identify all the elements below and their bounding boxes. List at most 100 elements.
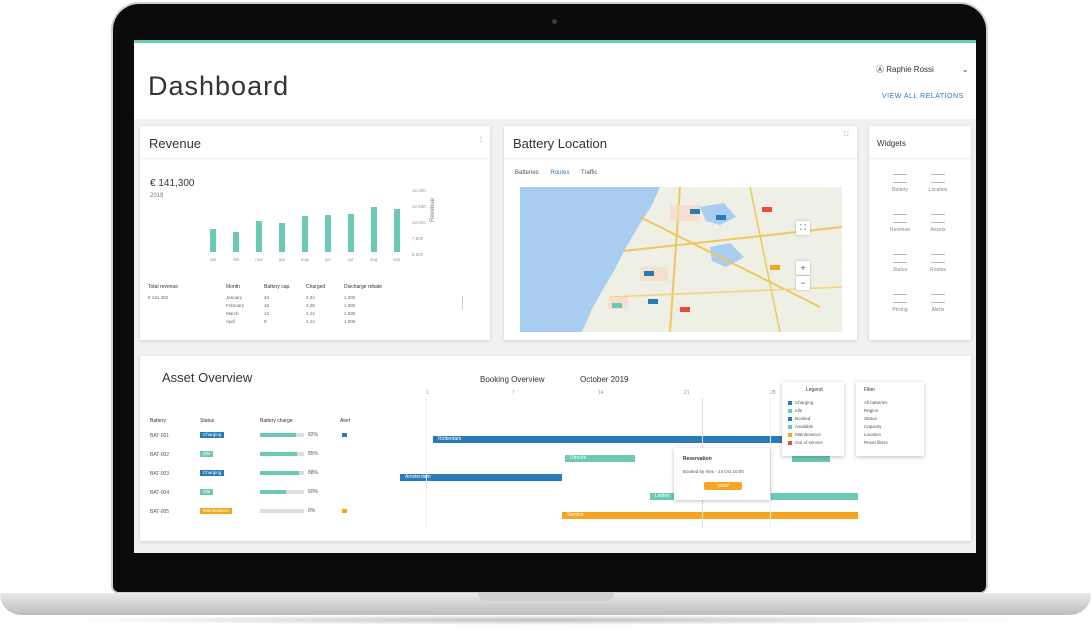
gantt-bar[interactable]: Service	[562, 512, 858, 519]
charge-fill	[260, 452, 298, 456]
revenue-chart	[202, 190, 408, 252]
zoom-out-button[interactable]: −	[796, 276, 810, 290]
widgets-title: Widgets	[877, 139, 906, 148]
table-row[interactable]: BAT-004 Idle 60%	[150, 489, 380, 501]
battery-title: Battery Location	[513, 136, 607, 151]
legend-item: Out of service	[788, 440, 842, 447]
expand-icon[interactable]: ⛶	[844, 132, 848, 139]
charge-fill	[260, 490, 287, 494]
widget-icon	[893, 294, 907, 303]
card-menu-icon[interactable]: ⋮	[478, 136, 484, 143]
map-filters: Batteries Routes Traffic	[515, 170, 597, 176]
map-pin[interactable]	[762, 207, 772, 212]
table-cell: 4.32	[306, 295, 315, 300]
charge-fill	[260, 471, 299, 475]
widget-icon	[893, 214, 907, 223]
filter-traffic[interactable]: Traffic	[581, 170, 597, 176]
scrollbar[interactable]	[462, 296, 463, 310]
table-cell: 18	[264, 303, 270, 308]
map-pin[interactable]	[690, 209, 700, 214]
legend-label: Maintenance	[795, 432, 821, 437]
page-header: Dashboard Ⓐ Raphie Rossi ⌄ VIEW ALL RELAT…	[134, 43, 976, 119]
widget-icon	[931, 254, 945, 263]
gantt-bar[interactable]	[792, 455, 830, 462]
filter-routes[interactable]: Routes	[550, 170, 569, 176]
view-relations-link[interactable]: VIEW ALL RELATIONS	[882, 93, 964, 100]
map-pin[interactable]	[648, 299, 658, 304]
legend-item: Maintenance	[788, 432, 842, 439]
charge-bar	[260, 452, 304, 456]
widget-label: Alerts	[931, 307, 945, 313]
table-row[interactable]: BAT-003 Charging 88%	[150, 470, 380, 482]
filter-item[interactable]: All batteries	[864, 400, 888, 405]
widget-tile[interactable]: Pricing	[883, 290, 917, 320]
asset-table: BAT-001 Charging 82% BAT-002 Idle 85% BAT-003 C…	[150, 432, 380, 532]
legend-label: Charging	[795, 400, 814, 405]
table-row[interactable]: BAT-005 Maintenance 0%	[150, 508, 380, 520]
map-pin[interactable]	[770, 265, 780, 270]
widget-icon	[931, 214, 945, 223]
table-row[interactable]: BAT-002 Idle 85%	[150, 451, 380, 463]
y-tick-label: 12.500	[412, 204, 426, 209]
widget-tile[interactable]: Revenue	[883, 210, 917, 240]
filter-item[interactable]: Capacity	[864, 424, 882, 429]
gantt-bar[interactable]: Amsterdam	[400, 474, 562, 481]
tooltip-view-button[interactable]: VIEW	[704, 482, 742, 490]
timeline-axis: 1 7 14 21 28	[426, 390, 786, 402]
alert-dot	[342, 509, 347, 513]
widget-tile[interactable]: Assets	[921, 210, 955, 240]
widget-tile[interactable]: Location	[921, 170, 955, 200]
filter-item[interactable]: Region	[864, 408, 878, 413]
status-badge: Maintenance	[200, 508, 232, 514]
legend-title: Legend	[806, 387, 823, 393]
y-tick-label: 5.000	[412, 252, 424, 257]
legend-item: Booked	[788, 416, 842, 423]
map-pin[interactable]	[716, 215, 726, 220]
widget-tile[interactable]: Routes	[921, 250, 955, 280]
alert-dot	[342, 433, 347, 437]
opening-notch	[478, 593, 614, 601]
map-pin[interactable]	[680, 307, 690, 312]
table-cell: 12	[264, 311, 270, 316]
filter-item[interactable]: Location	[864, 432, 881, 437]
y-tick-label: 10.000	[412, 220, 426, 225]
zoom-in-button[interactable]: +	[796, 261, 810, 275]
map-pin[interactable]	[644, 271, 654, 276]
revenue-bar	[302, 215, 308, 252]
asset-overview-card: Asset Overview Booking Overview October …	[140, 356, 971, 541]
month-selector[interactable]: October 2019	[580, 375, 628, 384]
revenue-bar	[324, 215, 331, 252]
table-header: Charged	[306, 284, 326, 290]
widget-tile[interactable]: Alerts	[921, 290, 955, 320]
widget-tile[interactable]: Battery	[883, 170, 917, 200]
widget-tile[interactable]: Status	[883, 250, 917, 280]
y-tick-label: 15.000	[412, 188, 426, 193]
x-tick-label: may	[300, 257, 310, 262]
x-tick-label: sep	[392, 257, 401, 262]
widget-icon	[931, 294, 945, 303]
table-cell: 1.080	[344, 303, 356, 308]
gantt-bar[interactable]: Utrecht	[565, 455, 635, 462]
gantt-bar[interactable]: Rotterdam	[433, 436, 795, 443]
widget-label: Revenue	[889, 227, 910, 233]
table-cell: March	[226, 311, 239, 316]
revenue-title: Revenue	[149, 136, 202, 151]
laptop-base	[0, 583, 1091, 631]
revenue-bar	[370, 206, 377, 252]
map-pin[interactable]	[612, 303, 622, 308]
timeline-tick: 21	[684, 390, 690, 396]
y-tick-label: 7.500	[412, 236, 424, 241]
filter-item[interactable]: Status	[864, 416, 877, 421]
fullscreen-button[interactable]: ⛶	[796, 221, 810, 235]
widget-label: Routes	[930, 267, 946, 273]
filter-batteries[interactable]: Batteries	[515, 170, 539, 176]
filter-item[interactable]: Reset filters	[864, 440, 888, 445]
charge-pct: 88%	[308, 470, 319, 476]
camera-dot	[552, 19, 557, 24]
screen: Dashboard Ⓐ Raphie Rossi ⌄ VIEW ALL RELAT…	[134, 40, 976, 553]
table-row[interactable]: BAT-001 Charging 82%	[150, 432, 380, 444]
map[interactable]: ⛶ + −	[520, 187, 842, 332]
table-header: Total revenue	[148, 284, 179, 290]
user-menu[interactable]: Ⓐ Raphie Rossi ⌄	[876, 64, 969, 75]
gantt-bar[interactable]	[832, 493, 858, 500]
